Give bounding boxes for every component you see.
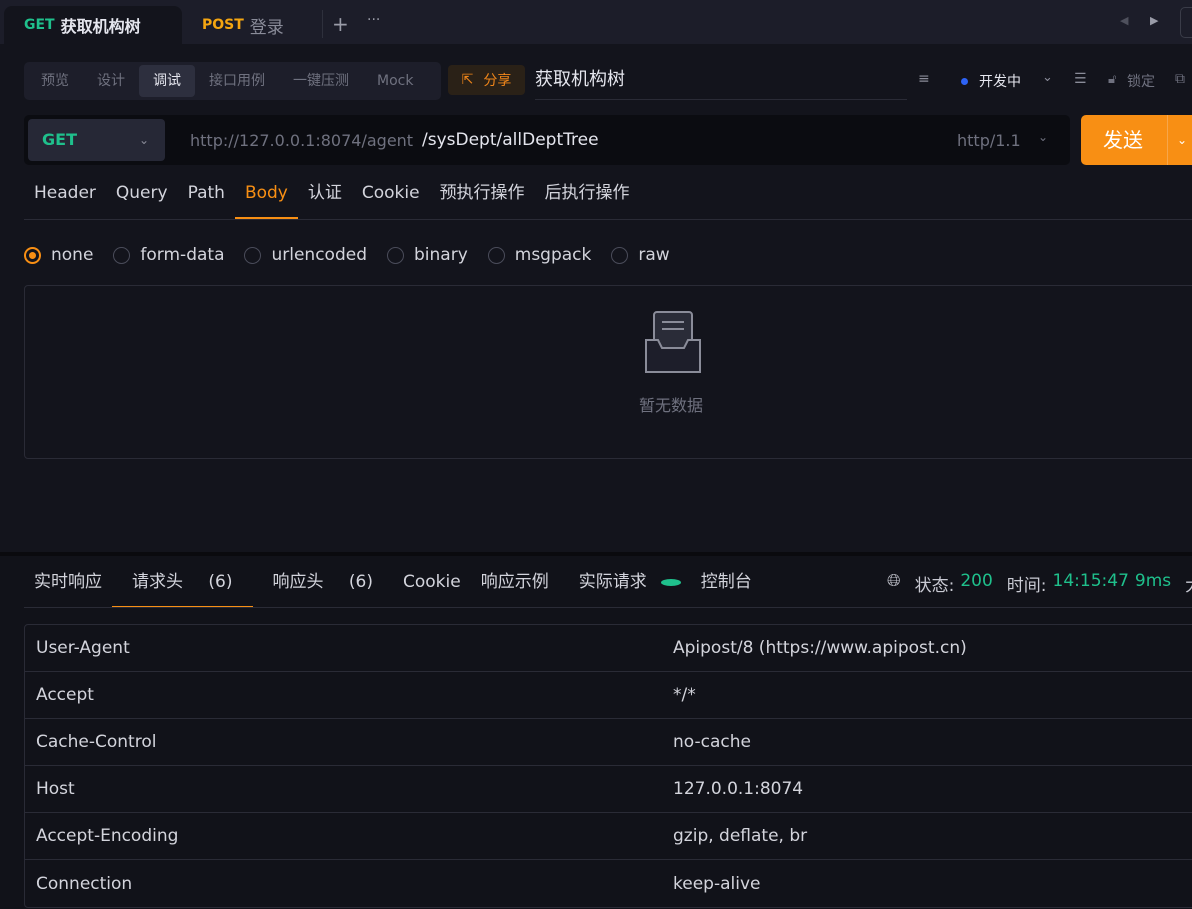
tab-response-example[interactable]: 响应示例 — [471, 562, 559, 608]
tab-get-dept-tree[interactable]: GET 获取机构树 — [4, 6, 182, 44]
tab-header[interactable]: Header — [24, 175, 106, 220]
edit-desc-icon[interactable]: ≡ — [918, 71, 930, 87]
request-tabs: Header Query Path Body 认证 Cookie 预执行操作 后… — [24, 175, 640, 220]
mode-debug[interactable]: 调试 — [139, 65, 195, 97]
tab-live-response[interactable]: 实时响应 — [24, 562, 112, 608]
share-icon: ⇱ — [461, 72, 474, 88]
protocol-select[interactable]: http/1.1 — [957, 131, 1021, 150]
table-row: Accept-Encoding gzip, deflate, br — [25, 813, 1192, 860]
divider — [322, 10, 323, 38]
env-dot-icon — [961, 78, 968, 85]
tab-body[interactable]: Body — [234, 175, 298, 219]
radio-msgpack[interactable]: msgpack — [487, 245, 591, 265]
tab-actual-request[interactable]: 实际请求 — [559, 562, 691, 608]
tab-pre-script[interactable]: 预执行操作 — [430, 175, 535, 220]
radio-binary[interactable]: binary — [387, 245, 468, 265]
divider — [24, 219, 1192, 220]
radio-none[interactable]: none — [24, 245, 93, 265]
tab-response-headers[interactable]: 响应头 (6) — [253, 562, 394, 608]
radio-urlencoded[interactable]: urlencoded — [244, 245, 367, 265]
share-button[interactable]: ⇱ 分享 — [448, 65, 525, 95]
body-empty-panel — [24, 285, 1192, 459]
lock-icon: 🔓︎ — [1108, 72, 1117, 87]
divider — [1167, 115, 1168, 165]
scroll-right-icon[interactable]: ▶ — [1150, 14, 1158, 27]
tab-post-login[interactable]: POST 登录 — [182, 6, 304, 44]
mode-mock[interactable]: Mock — [363, 65, 427, 97]
copy-icon[interactable]: ⧉ — [1175, 71, 1185, 87]
tab-path[interactable]: Path — [178, 175, 235, 220]
status-dot-icon — [660, 578, 681, 586]
tab-post-script[interactable]: 后执行操作 — [535, 175, 640, 220]
radio-raw[interactable]: raw — [611, 245, 670, 265]
globe-icon: 🌐︎ — [887, 571, 901, 591]
table-row: Cache-Control no-cache — [25, 719, 1192, 766]
tab-cookie[interactable]: Cookie — [352, 175, 430, 220]
divider — [24, 607, 1192, 608]
response-tabs: 实时响应 请求头 (6) 响应头 (6) Cookie 响应示例 实际请求 控制… — [24, 562, 762, 608]
method-select[interactable]: GET ⌄ — [28, 119, 165, 161]
mode-design[interactable]: 设计 — [83, 65, 139, 97]
lock-button[interactable]: 锁定 — [1127, 71, 1155, 91]
chevron-down-icon: ⌄ — [1038, 130, 1049, 144]
add-tab-icon[interactable]: + — [332, 12, 349, 36]
table-row: Host 127.0.0.1:8074 — [25, 766, 1192, 813]
mode-preview[interactable]: 预览 — [27, 65, 83, 97]
tab-request-headers[interactable]: 请求头 (6) — [112, 562, 253, 608]
request-headers-table: User-Agent Apipost/8 (https://www.apipost… — [24, 624, 1192, 908]
tab-auth[interactable]: 认证 — [298, 175, 352, 220]
scroll-left-icon[interactable]: ◀ — [1120, 14, 1128, 27]
tab-cookie-resp[interactable]: Cookie — [393, 562, 471, 608]
response-status: 🌐︎ 状态: 200 时间: 14:15:47 9ms 大 — [887, 571, 1192, 596]
empty-text: 暂无数据 — [639, 396, 704, 415]
window-button[interactable] — [1180, 7, 1192, 38]
base-url: http://127.0.0.1:8074/agent — [190, 131, 414, 150]
path-input[interactable]: /sysDept/allDeptTree — [422, 130, 599, 150]
mode-cases[interactable]: 接口用例 — [195, 65, 279, 97]
table-row: User-Agent Apipost/8 (https://www.apipost… — [25, 625, 1192, 672]
api-name-input[interactable]: 获取机构树 — [535, 62, 907, 100]
chevron-down-icon[interactable]: ⌄ — [1177, 115, 1187, 165]
outline-icon[interactable]: ☰ — [1074, 71, 1087, 87]
chevron-down-icon[interactable]: ⌄ — [1042, 70, 1053, 85]
table-row: Accept */* — [25, 672, 1192, 719]
env-select[interactable]: 开发中 — [979, 71, 1021, 91]
mode-stress[interactable]: 一键压测 — [279, 65, 363, 97]
chevron-down-icon: ⌄ — [138, 133, 149, 147]
table-row: Connection keep-alive — [36, 873, 761, 894]
empty-inbox-icon — [645, 311, 701, 373]
tab-query[interactable]: Query — [106, 175, 178, 220]
mode-switch: 预览 设计 调试 接口用例 一键压测 Mock — [24, 62, 441, 100]
body-type-radios: none form-data urlencoded binary msgpack… — [24, 245, 670, 265]
more-icon[interactable]: ··· — [367, 12, 380, 28]
radio-form-data[interactable]: form-data — [113, 245, 224, 265]
send-button[interactable]: 发送 ⌄ — [1081, 115, 1192, 165]
tab-console[interactable]: 控制台 — [691, 562, 762, 608]
